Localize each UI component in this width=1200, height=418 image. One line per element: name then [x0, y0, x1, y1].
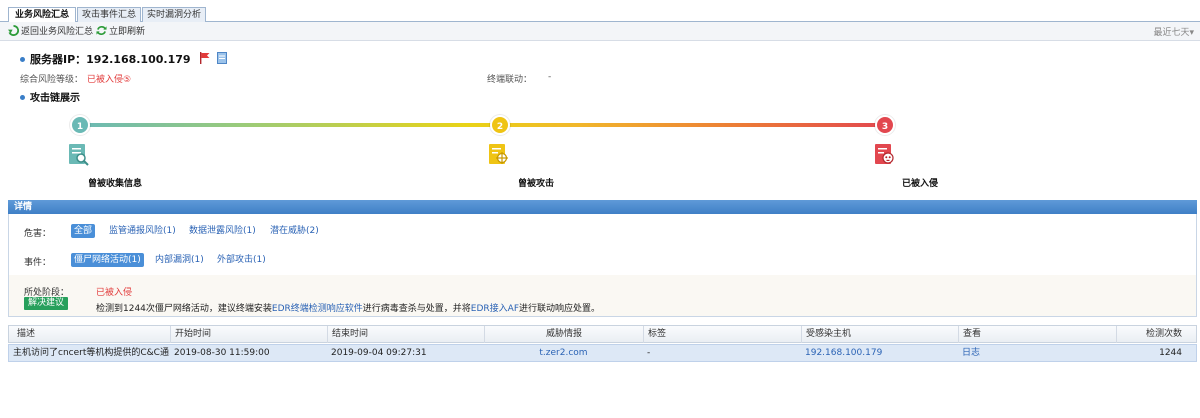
stage-3-label: 已被入侵: [902, 179, 939, 189]
cell-infected-host[interactable]: 192.168.100.179: [805, 345, 955, 362]
stage-3-node[interactable]: 3: [875, 115, 895, 135]
event-filter-label: 事件：: [24, 258, 52, 268]
back-button[interactable]: 返回业务风险汇总: [8, 25, 93, 38]
server-ip: 192.168.100.179: [86, 53, 191, 66]
info-gathering-icon: [69, 144, 89, 166]
event-filter-external-attack[interactable]: 外部攻击(1): [217, 253, 266, 267]
attack-chain-title: 攻击链展示: [30, 93, 80, 104]
edr-af-link[interactable]: EDR接入AF: [471, 304, 519, 314]
bullet-icon: [20, 57, 25, 62]
back-label: 返回业务风险汇总: [21, 27, 94, 37]
advice-text: 检测到1244次僵尸网络活动，建议终端安装EDR终端检测响应软件进行病毒查杀与处…: [96, 301, 600, 314]
advice-text-part-2: 进行病毒查杀与处置，并将: [362, 304, 471, 314]
harm-filter-label: 危害：: [24, 229, 52, 239]
tab-vulnerability[interactable]: 实时漏洞分析: [142, 7, 206, 22]
event-filter-botnet[interactable]: 僵尸网络活动(1): [71, 253, 144, 267]
terminal-link-value: -: [548, 72, 552, 82]
table-row[interactable]: 主机访问了cncert等机构提供的C&C通... 2019-08-30 11:5…: [8, 344, 1197, 362]
refresh-button[interactable]: 立即刷新: [96, 25, 145, 38]
col-detect-count[interactable]: 检测次数: [1116, 326, 1196, 343]
cell-start-time: 2019-08-30 11:59:00: [174, 348, 270, 358]
toolbar: 返回业务风险汇总 立即刷新 最近七天▾: [0, 22, 1200, 41]
time-range-select[interactable]: 最近七天▾: [1153, 25, 1194, 38]
target-attack-icon: [489, 144, 508, 164]
col-infected-host[interactable]: 受感染主机: [801, 326, 958, 343]
tab-attack-events[interactable]: 攻击事件汇总: [77, 7, 141, 22]
table-header: 描述 开始时间 结束时间 威胁情报 标签 受感染主机 查看 检测次数: [8, 325, 1197, 343]
stage-value: 已被入侵: [96, 288, 133, 298]
cell-detect-count: 1244: [1159, 348, 1182, 358]
bullet-icon: [20, 95, 25, 100]
terminal-link-label: 终端联动：: [487, 75, 533, 85]
solution-advice-button[interactable]: 解决建议: [24, 297, 69, 310]
details-header: 详情: [8, 200, 1197, 214]
stage-1-label: 曾被收集信息: [88, 179, 143, 189]
harm-filter-data-leak[interactable]: 数据泄露风险(1): [189, 224, 256, 238]
col-tag[interactable]: 标签: [643, 326, 801, 343]
cell-end-time: 2019-09-04 09:27:31: [331, 348, 427, 358]
attack-chain-heading: 攻击链展示: [20, 89, 80, 104]
edr-software-link[interactable]: EDR终端检测响应软件: [272, 304, 363, 314]
stage-2-node[interactable]: 2: [490, 115, 510, 135]
tab-bar: 业务风险汇总 攻击事件汇总 实时漏洞分析: [0, 0, 1200, 23]
document-icon[interactable]: [217, 52, 228, 64]
server-header: 服务器IP：192.168.100.179: [20, 51, 228, 67]
cell-view-log[interactable]: 日志: [962, 345, 1112, 362]
harm-filter-regulatory[interactable]: 监管通报风险(1): [109, 224, 176, 238]
col-end-time[interactable]: 结束时间: [327, 326, 484, 343]
advice-text-part-1: 检测到1244次僵尸网络活动，建议终端安装: [96, 304, 272, 314]
harm-filter-all[interactable]: 全部: [71, 224, 96, 238]
harm-filter-potential[interactable]: 潜在威胁(2): [270, 224, 319, 238]
tab-business-risk[interactable]: 业务风险汇总: [8, 7, 76, 23]
refresh-icon: [96, 26, 107, 35]
flag-icon[interactable]: [199, 52, 210, 64]
refresh-label: 立即刷新: [109, 27, 146, 37]
col-view[interactable]: 查看: [958, 326, 1116, 343]
col-threat-intel[interactable]: 威胁情报: [484, 326, 643, 343]
back-arrow-icon: [8, 25, 19, 36]
col-start-time[interactable]: 开始时间: [170, 326, 327, 343]
risk-level-value: 已被入侵⑤: [87, 75, 132, 85]
stage-2-label: 曾被攻击: [518, 179, 555, 189]
server-title-prefix: 服务器IP：: [30, 53, 87, 66]
attack-chain-track: [80, 123, 886, 127]
compromised-icon: [875, 144, 894, 164]
cell-description: 主机访问了cncert等机构提供的C&C通...: [13, 348, 170, 358]
cell-threat-intel[interactable]: t.zer2.com: [484, 345, 643, 362]
risk-level-label: 综合风险等级：: [20, 75, 84, 85]
event-filter-internal-vuln[interactable]: 内部漏洞(1): [155, 253, 204, 267]
cell-tag: -: [647, 348, 651, 358]
advice-text-part-3: 进行联动响应处置。: [519, 304, 601, 314]
stage-1-node[interactable]: 1: [70, 115, 90, 135]
col-description[interactable]: 描述: [13, 326, 170, 343]
